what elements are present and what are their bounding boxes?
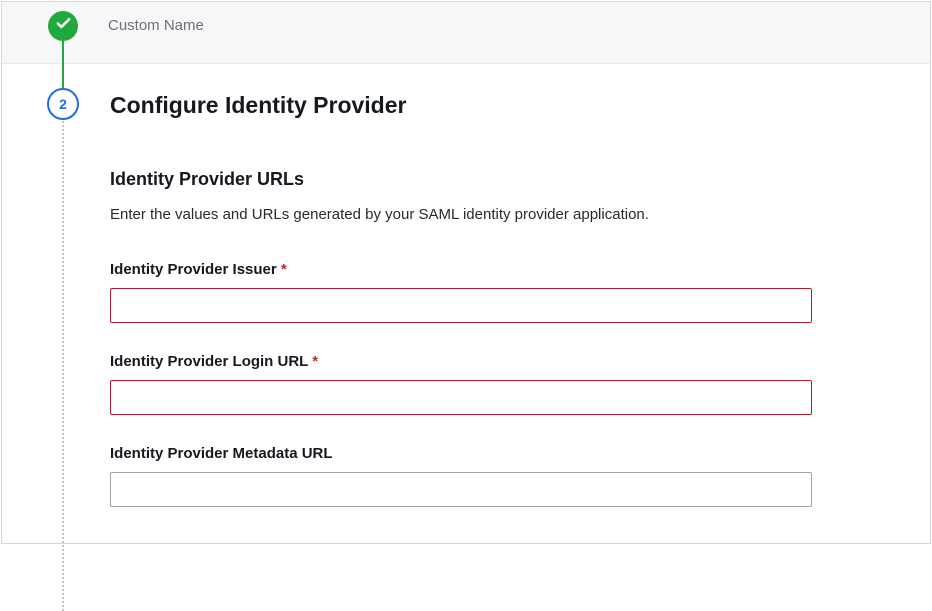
field-group-metadata-url: Identity Provider Metadata URL — [110, 445, 930, 507]
step-completed-indicator — [48, 11, 78, 41]
field-group-login-url: Identity Provider Login URL * — [110, 353, 930, 415]
wizard-container: Custom Name 2 Configure Identity Provide… — [1, 1, 931, 544]
required-asterisk: * — [281, 261, 287, 278]
issuer-input[interactable] — [110, 288, 812, 323]
check-icon — [55, 15, 72, 37]
step-active-row: 2 Configure Identity Provider Identity P… — [2, 64, 930, 507]
connector-line-dotted — [62, 121, 64, 611]
page-title: Configure Identity Provider — [110, 92, 930, 119]
login-url-input[interactable] — [110, 380, 812, 415]
metadata-url-input[interactable] — [110, 472, 812, 507]
section-description: Enter the values and URLs generated by y… — [110, 206, 930, 223]
login-url-label: Identity Provider Login URL * — [110, 353, 930, 370]
issuer-label: Identity Provider Issuer * — [110, 261, 930, 278]
login-url-label-text: Identity Provider Login URL — [110, 353, 312, 370]
connector-line-solid — [62, 41, 64, 88]
required-asterisk: * — [312, 353, 318, 370]
step-completed-label: Custom Name — [108, 17, 204, 34]
metadata-url-label: Identity Provider Metadata URL — [110, 445, 930, 462]
step-completed-bar: Custom Name — [2, 2, 930, 64]
field-group-issuer: Identity Provider Issuer * — [110, 261, 930, 323]
step-active-indicator: 2 — [47, 88, 79, 120]
section-title: Identity Provider URLs — [110, 169, 930, 190]
step-number: 2 — [59, 96, 67, 112]
step-content: Configure Identity Provider Identity Pro… — [110, 92, 930, 507]
issuer-label-text: Identity Provider Issuer — [110, 261, 281, 278]
